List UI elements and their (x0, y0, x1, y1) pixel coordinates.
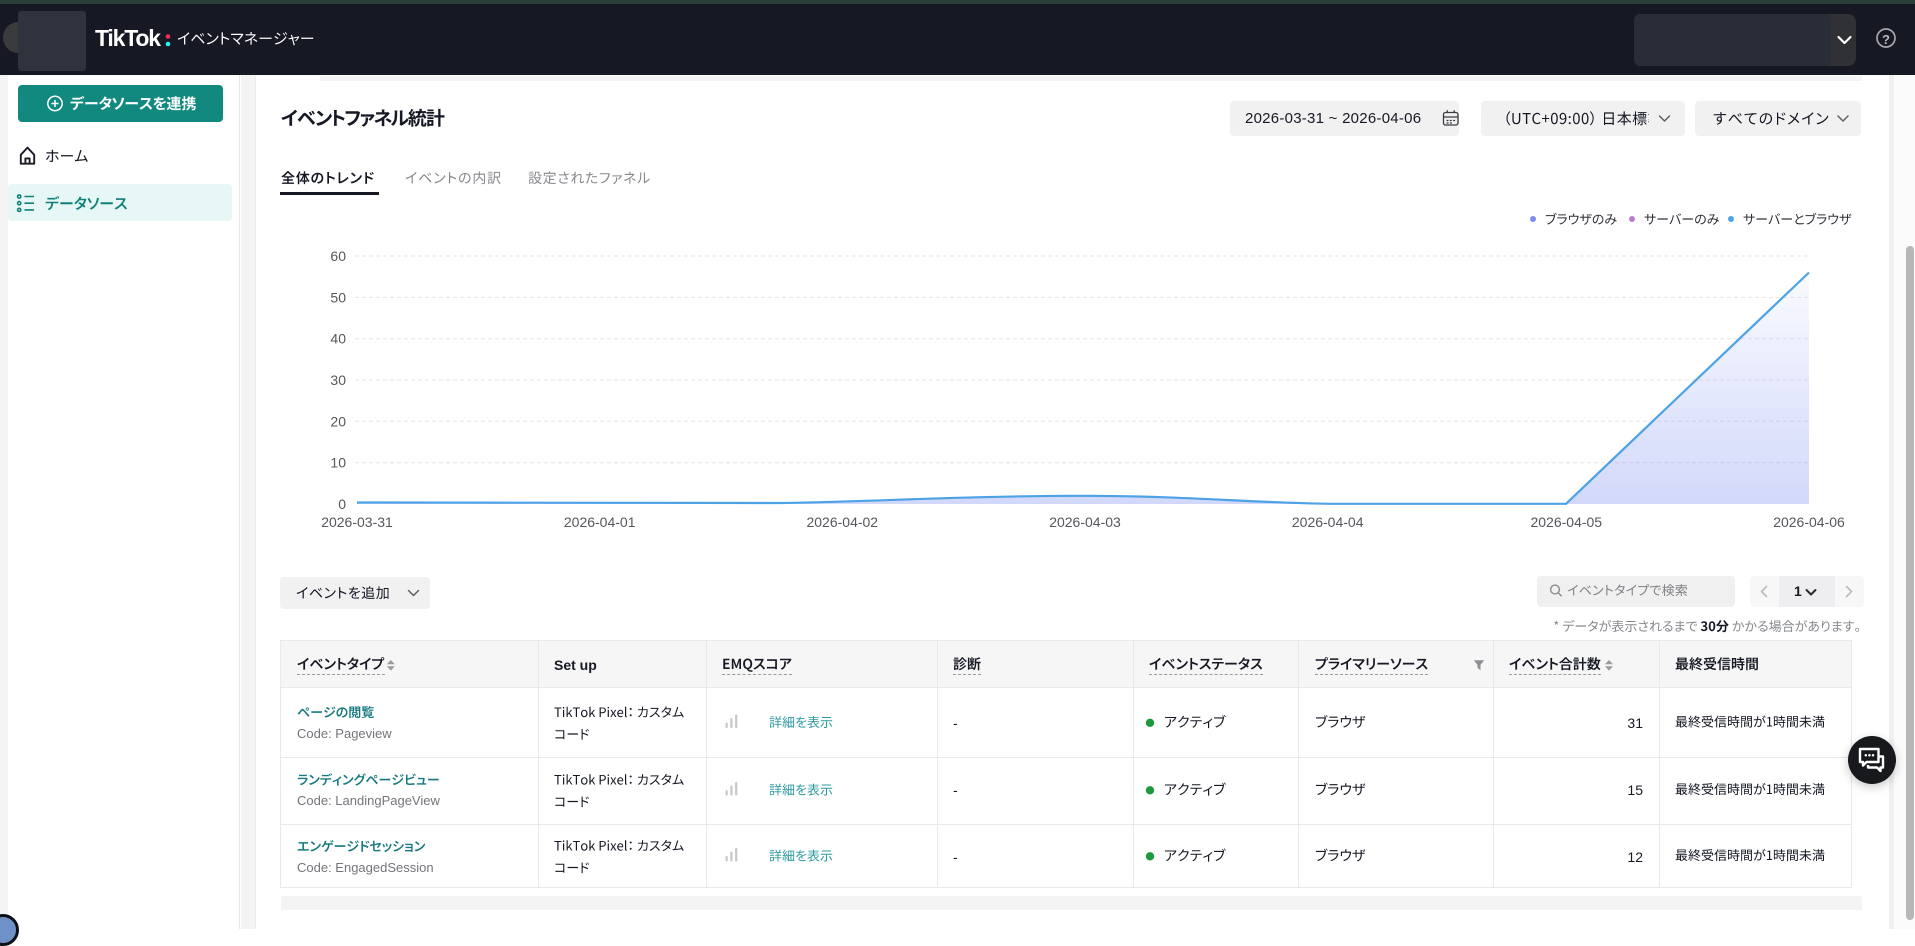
svg-text:20: 20 (330, 413, 346, 429)
svg-text:30: 30 (330, 372, 346, 388)
svg-text:60: 60 (330, 248, 346, 264)
svg-text:2026-04-05: 2026-04-05 (1530, 514, 1602, 530)
svg-text:2026-04-06: 2026-04-06 (1773, 514, 1845, 530)
svg-text:50: 50 (330, 289, 346, 305)
svg-text:2026-04-03: 2026-04-03 (1049, 514, 1121, 530)
svg-text:10: 10 (330, 455, 346, 471)
svg-text:0: 0 (338, 496, 346, 512)
svg-text:2026-04-04: 2026-04-04 (1292, 514, 1364, 530)
svg-text:2026-04-02: 2026-04-02 (806, 514, 878, 530)
svg-text:2026-04-01: 2026-04-01 (564, 514, 636, 530)
svg-text:40: 40 (330, 331, 346, 347)
svg-text:2026-03-31: 2026-03-31 (321, 514, 393, 530)
